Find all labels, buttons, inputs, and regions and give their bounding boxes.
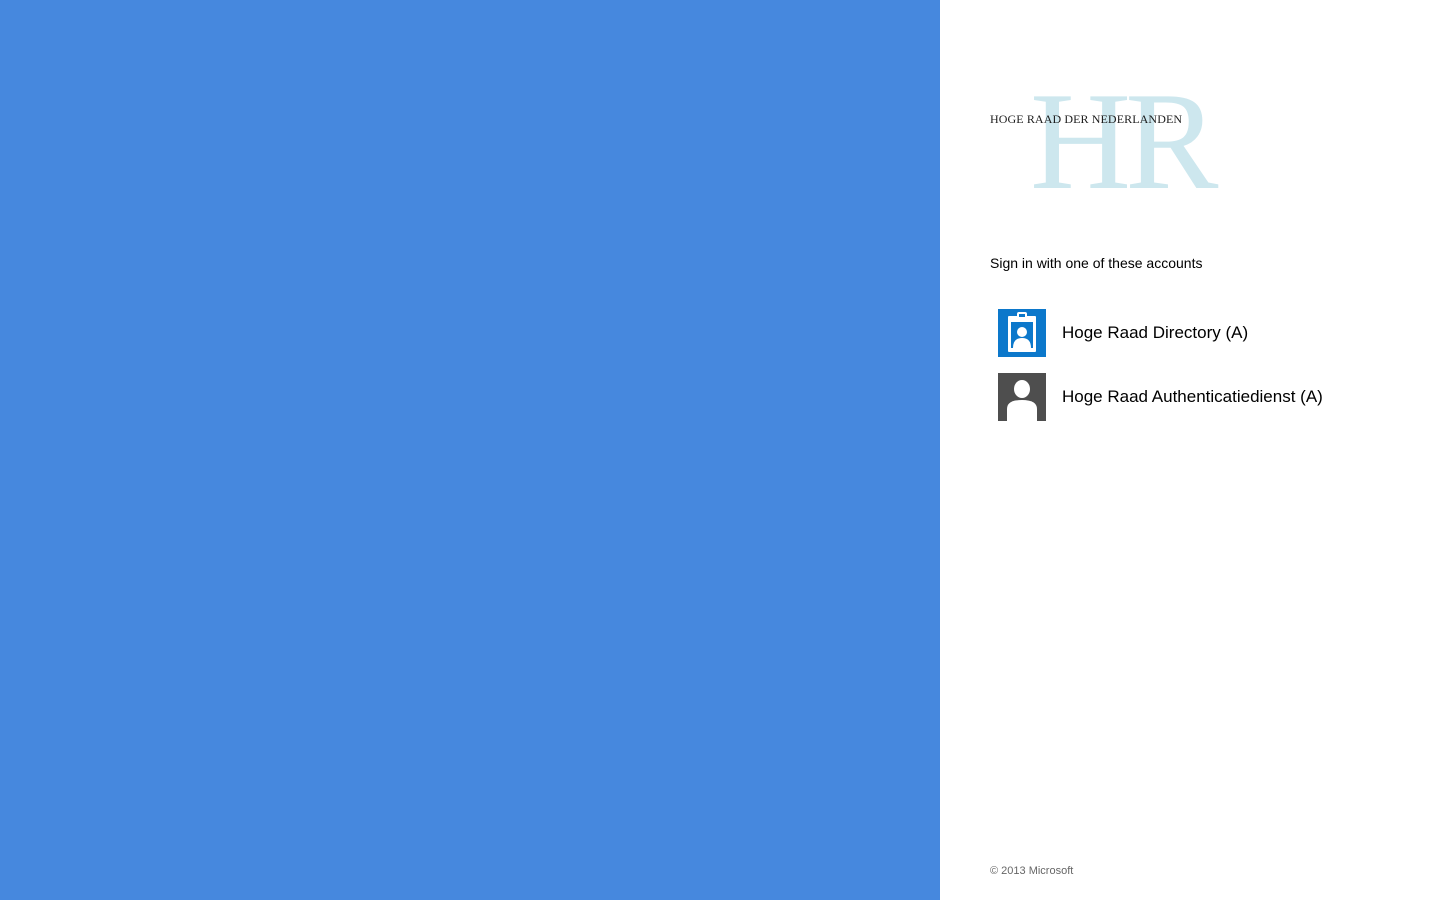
account-option-directory[interactable]: Hoge Raad Directory (A) [998, 309, 1418, 357]
copyright-footer: © 2013 Microsoft [990, 865, 1074, 877]
account-label-authentication: Hoge Raad Authenticatiedienst (A) [1062, 387, 1323, 406]
account-list: Hoge Raad Directory (A) Hoge Raad Authen… [998, 309, 1418, 437]
illustration-panel [0, 0, 940, 900]
sign-in-panel: HR HOGE RAAD DER NEDERLANDEN Sign in wit… [940, 0, 1440, 900]
id-badge-icon [998, 309, 1046, 357]
organization-logo: HR HOGE RAAD DER NEDERLANDEN [990, 72, 1270, 212]
logo-wordmark: HOGE RAAD DER NEDERLANDEN [990, 112, 1183, 126]
account-option-authentication[interactable]: Hoge Raad Authenticatiedienst (A) [998, 373, 1418, 421]
sign-in-prompt: Sign in with one of these accounts [990, 255, 1203, 271]
user-silhouette-icon [998, 373, 1046, 421]
logo-letters: HR [1030, 64, 1219, 219]
account-label-directory: Hoge Raad Directory (A) [1062, 323, 1249, 342]
